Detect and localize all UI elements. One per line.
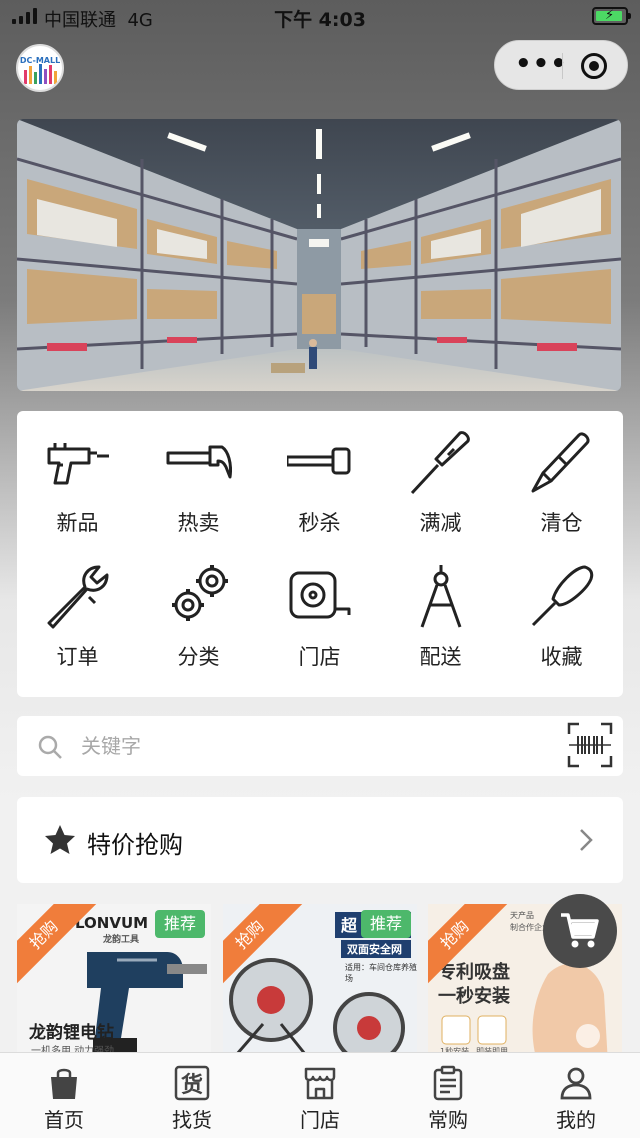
mallet-icon: [287, 447, 351, 475]
compass-icon: [420, 565, 462, 628]
search-icon: [38, 735, 62, 759]
tab-frequent[interactable]: 常购: [384, 1053, 512, 1138]
menu-item-clearance[interactable]: 清仓: [501, 411, 622, 535]
menu-label: 配送: [419, 645, 462, 669]
recommend-tag: 推荐: [360, 910, 411, 938]
goods-icon: 货: [174, 1065, 210, 1101]
search-input[interactable]: [81, 730, 541, 762]
category-menu: 新品 热卖 秒杀 满减 清仓 订单 分类 门店 配送 收藏: [17, 411, 623, 697]
menu-label: 门店: [298, 645, 341, 669]
menu-item-hot[interactable]: 热卖: [138, 411, 259, 535]
menu-item-new[interactable]: 新品: [17, 411, 138, 535]
goods-glyph: 货: [181, 1072, 203, 1098]
menu-label: 收藏: [540, 645, 583, 669]
tab-label: 找货: [172, 1108, 212, 1132]
menu-item-delivery[interactable]: 配送: [380, 545, 501, 669]
recommend-tag: 推荐: [154, 910, 205, 938]
product-card[interactable]: LONVUM 龙韵工具 龙韵锂电钻 一机多用 动力强劲 抢购 推荐: [17, 904, 211, 1064]
product-line: 一秒安装: [438, 986, 510, 1007]
floating-cart-button[interactable]: [543, 894, 617, 968]
utility-knife-icon: [531, 432, 590, 493]
menu-label: 分类: [177, 645, 220, 669]
tab-label: 我的: [556, 1108, 596, 1132]
brush-icon: [531, 565, 594, 627]
hammer-icon: [166, 445, 232, 479]
tape-measure-icon: [289, 571, 351, 619]
star-icon: [45, 825, 75, 854]
gears-icon: [172, 565, 228, 621]
product-feature: 双面安全网: [347, 943, 402, 956]
status-time: 下午 4:03: [274, 9, 366, 31]
mini-program-capsule: •••: [494, 40, 628, 90]
menu-item-store[interactable]: 门店: [259, 545, 380, 669]
tab-find-goods[interactable]: 货 找货: [128, 1053, 256, 1138]
shopping-bag-icon: [51, 1068, 77, 1099]
tab-label: 门店: [300, 1108, 340, 1132]
product-headline: 超: [341, 916, 358, 935]
screwdriver-icon: [410, 431, 470, 495]
more-options-icon[interactable]: •••: [515, 51, 568, 77]
menu-label: 秒杀: [298, 511, 341, 535]
menu-label: 满减: [419, 511, 462, 535]
app-logo[interactable]: DC-MALL: [16, 44, 64, 92]
product-top-text: 天产品: [510, 911, 534, 920]
drill-icon: [47, 443, 109, 485]
flash-deals-header[interactable]: 特价抢购: [17, 797, 623, 883]
battery-icon: ⚡: [592, 7, 631, 25]
tab-label: 常购: [428, 1108, 468, 1132]
tab-store[interactable]: 门店: [256, 1053, 384, 1138]
status-bar: 中国联通 4G 下午 4:03 ⚡: [0, 0, 640, 34]
product-brand-sub: 龙韵工具: [103, 935, 140, 945]
shopping-cart-icon: [561, 913, 599, 948]
bottom-tab-bar: 首页 货 找货 门店 常购 我的: [0, 1052, 640, 1138]
product-usage: 适用：车间仓库养殖场: [345, 963, 417, 983]
store-icon: [304, 1067, 336, 1100]
menu-label: 新品: [56, 511, 99, 535]
menu-item-favorites[interactable]: 收藏: [501, 545, 622, 669]
chevron-right-icon: [580, 829, 593, 851]
close-target-icon[interactable]: [581, 53, 607, 79]
search-bar: [17, 716, 623, 776]
tab-home[interactable]: 首页: [0, 1053, 128, 1138]
barcode-scan-icon[interactable]: [567, 722, 613, 768]
tab-label: 首页: [44, 1108, 84, 1132]
user-icon: [560, 1067, 592, 1100]
menu-label: 清仓: [540, 511, 583, 535]
menu-item-orders[interactable]: 订单: [17, 545, 138, 669]
menu-item-categories[interactable]: 分类: [138, 545, 259, 669]
warehouse-banner[interactable]: [17, 119, 621, 391]
menu-item-flash-sale[interactable]: 秒杀: [259, 411, 380, 535]
product-card[interactable]: 超 双面安全网 适用：车间仓库养殖场 抢购 推荐: [223, 904, 417, 1064]
wrench-icon: [47, 565, 109, 629]
product-brand: LONVUM: [75, 914, 149, 932]
menu-label: 订单: [56, 645, 99, 669]
clipboard-icon: [433, 1065, 463, 1101]
product-name: 龙韵锂电钻: [29, 1023, 114, 1043]
menu-item-discount[interactable]: 满减: [380, 411, 501, 535]
deals-title: 特价抢购: [87, 831, 183, 859]
tab-mine[interactable]: 我的: [512, 1053, 640, 1138]
menu-label: 热卖: [177, 511, 220, 535]
